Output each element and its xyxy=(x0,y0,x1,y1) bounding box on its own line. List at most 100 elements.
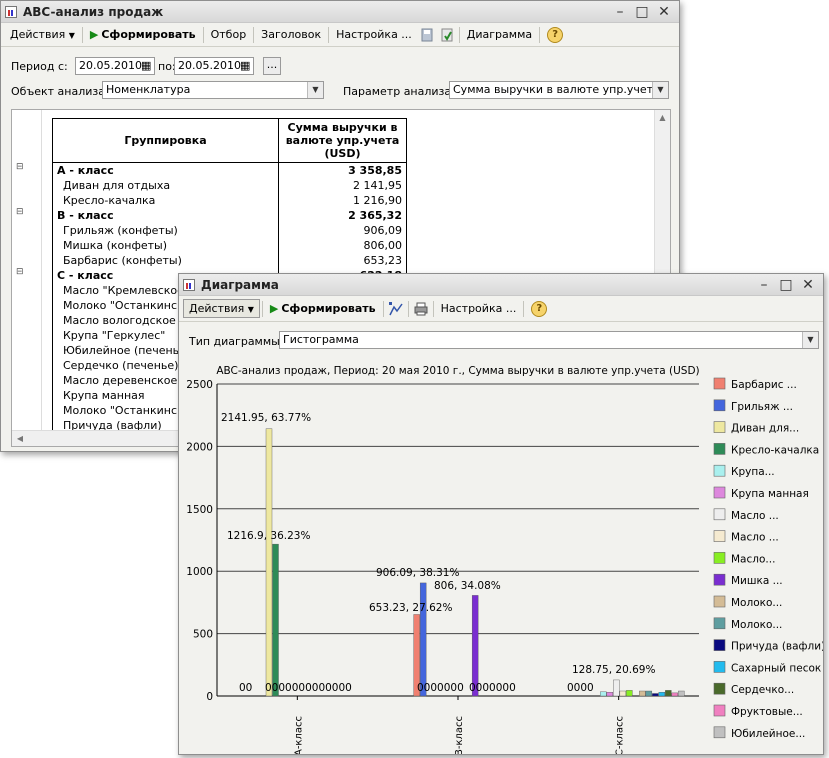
app-icon xyxy=(183,278,195,291)
dropdown-arrow-icon: ▼ xyxy=(68,31,75,40)
dropdown-arrow-icon: ▼ xyxy=(247,305,254,314)
bar xyxy=(471,595,479,697)
close-icon[interactable]: ✕ xyxy=(797,277,819,293)
table-row[interactable]: A - класс 3 358,85 xyxy=(52,162,407,178)
generate-button[interactable]: ▶ Сформировать xyxy=(265,300,381,317)
y-tick-label: 500 xyxy=(193,629,213,641)
bar xyxy=(619,690,627,697)
filter-button[interactable]: Отбор xyxy=(206,26,252,43)
maximize-icon[interactable]: □ xyxy=(631,4,653,20)
legend-label: Молоко... xyxy=(731,619,782,631)
y-tick-label: 0 xyxy=(206,691,213,703)
legend-label: Сердечко... xyxy=(731,684,794,696)
legend-swatch xyxy=(713,573,726,586)
legend-swatch xyxy=(713,464,726,477)
chevron-down-icon[interactable]: ▼ xyxy=(307,82,323,98)
actions-menu[interactable]: Действия ▼ xyxy=(5,26,80,43)
data-label: 0000000000000 xyxy=(265,682,352,694)
grouping-gutter: ⊟ ⊟ ⊟ xyxy=(12,110,42,446)
chart-area: ABC-анализ продаж, Период: 20 мая 2010 г… xyxy=(186,365,823,754)
actions-menu-label: Действия xyxy=(189,302,245,315)
table-row[interactable]: Грильяж (конфеты) 906,09 xyxy=(52,223,407,238)
chevron-down-icon[interactable]: ▼ xyxy=(652,82,668,98)
chart-type-field[interactable]: Гистограмма xyxy=(279,331,819,349)
collapse-icon[interactable]: ⊟ xyxy=(16,162,24,172)
play-icon: ▶ xyxy=(269,302,279,315)
bar xyxy=(272,543,279,697)
maximize-icon[interactable]: □ xyxy=(775,277,797,293)
legend-swatch xyxy=(713,486,726,499)
table-row[interactable]: B - класс 2 365,32 xyxy=(52,208,407,223)
row-group-cell: B - класс xyxy=(52,208,279,223)
toolbar-separator xyxy=(202,26,204,43)
help-icon: ? xyxy=(547,26,564,43)
toolbar-separator xyxy=(253,26,255,43)
close-icon[interactable]: ✕ xyxy=(653,4,675,20)
diagram-button[interactable]: Диаграмма xyxy=(462,26,537,43)
analysis-object-field[interactable]: Номенклатура xyxy=(102,81,324,99)
bar xyxy=(678,690,685,697)
legend-swatch xyxy=(713,639,726,651)
bar xyxy=(645,690,653,697)
toolbar-separator xyxy=(407,300,409,317)
table-row[interactable]: Кресло-качалка 1 216,90 xyxy=(52,193,407,208)
table-row[interactable]: Барбарис (конфеты) 653,23 xyxy=(52,253,407,268)
actions-menu-label: Действия xyxy=(10,28,66,41)
row-group-cell: Барбарис (конфеты) xyxy=(52,253,279,268)
diagram-window-title: Диаграмма xyxy=(201,277,279,292)
legend-label: Масло ... xyxy=(731,510,779,522)
help-button[interactable]: ? xyxy=(542,25,568,45)
settings-button[interactable]: Настройка ... xyxy=(331,26,417,43)
toolbar-separator xyxy=(261,300,263,317)
actions-menu[interactable]: Действия ▼ xyxy=(183,299,260,318)
bar xyxy=(639,690,646,697)
chart-type-label: Тип диаграммы: xyxy=(189,335,284,348)
table-row[interactable]: Диван для отдыха 2 141,95 xyxy=(52,178,407,193)
app-icon xyxy=(5,5,17,18)
y-tick-label: 1500 xyxy=(186,504,213,516)
minimize-icon[interactable]: – xyxy=(753,277,775,293)
toolbar-separator xyxy=(81,26,83,43)
scroll-left-icon[interactable]: ◀ xyxy=(12,431,28,446)
bar xyxy=(600,691,607,697)
legend-swatch xyxy=(713,421,726,433)
settings-button[interactable]: Настройка ... xyxy=(436,300,522,317)
row-group-cell: A - класс xyxy=(52,162,279,178)
legend-label: Молоко... xyxy=(731,597,782,609)
toolbar-separator xyxy=(458,26,460,43)
print-icon[interactable] xyxy=(413,301,429,317)
legend-swatch xyxy=(713,530,726,542)
calendar-icon[interactable]: ▦ xyxy=(240,59,250,72)
analysis-object-label: Объект анализа: xyxy=(11,85,109,98)
load-settings-icon[interactable] xyxy=(439,27,455,43)
period-select-button[interactable]: ... xyxy=(263,57,281,75)
row-sum-cell: 806,00 xyxy=(278,238,407,253)
scroll-up-icon[interactable]: ▲ xyxy=(655,110,670,126)
minimize-icon[interactable]: – xyxy=(609,4,631,20)
legend-label: Сахарный песок xyxy=(731,662,821,674)
row-group-cell: Кресло-качалка xyxy=(52,193,279,208)
legend-swatch xyxy=(713,617,726,630)
x-tick-label: А-класс xyxy=(293,716,304,754)
header-button[interactable]: Заголовок xyxy=(256,26,326,43)
chevron-down-icon[interactable]: ▼ xyxy=(802,332,818,348)
legend-swatch xyxy=(713,661,726,673)
help-button[interactable]: ? xyxy=(526,299,552,319)
chart-edit-icon[interactable] xyxy=(388,301,404,317)
analysis-param-field[interactable]: Сумма выручки в валюте упр.учета (US xyxy=(449,81,669,99)
legend-label: Причуда (вафли) xyxy=(731,641,823,653)
analysis-param-label: Параметр анализа: xyxy=(343,85,455,98)
row-sum-cell: 1 216,90 xyxy=(278,193,407,208)
bar xyxy=(419,582,427,697)
collapse-icon[interactable]: ⊟ xyxy=(16,207,24,217)
legend-swatch xyxy=(713,552,726,564)
bar xyxy=(658,692,666,697)
calendar-icon[interactable]: ▦ xyxy=(141,59,151,72)
collapse-icon[interactable]: ⊟ xyxy=(16,267,24,277)
save-settings-icon[interactable] xyxy=(419,27,435,43)
table-row[interactable]: Мишка (конфеты) 806,00 xyxy=(52,238,407,253)
period-from-label: Период с: xyxy=(11,60,68,73)
generate-button[interactable]: ▶ Сформировать xyxy=(85,26,201,43)
legend-swatch xyxy=(713,399,726,412)
abc-window-title: ABC-анализ продаж xyxy=(23,4,164,19)
